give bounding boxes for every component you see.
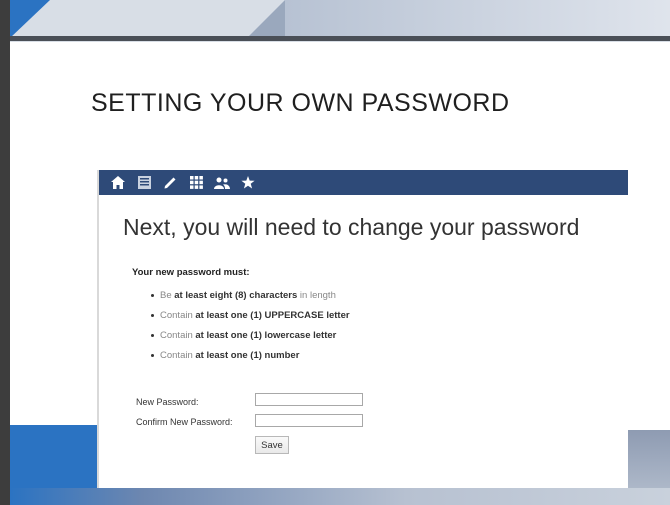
page-heading: Next, you will need to change your passw… xyxy=(123,214,580,240)
list-item: Contain at least one (1) lowercase lette… xyxy=(151,329,350,349)
new-password-field[interactable] xyxy=(255,393,363,406)
decor-triangle xyxy=(10,0,50,38)
home-icon[interactable] xyxy=(109,174,127,192)
new-password-label: New Password: xyxy=(136,397,199,407)
list-item: Contain at least one (1) number xyxy=(151,349,350,369)
list-item: Be at least eight (8) characters in leng… xyxy=(151,289,350,309)
top-nav-bar xyxy=(99,170,628,195)
list-icon[interactable] xyxy=(135,174,153,192)
decor-bottom-strip xyxy=(10,488,670,505)
slide-title: SETTING YOUR OWN PASSWORD xyxy=(91,89,510,117)
star-icon[interactable] xyxy=(239,174,257,192)
slide-top-band xyxy=(10,0,670,42)
people-icon[interactable] xyxy=(213,174,231,192)
requirements-title: Your new password must: xyxy=(132,267,250,278)
pencil-icon[interactable] xyxy=(161,174,179,192)
password-rules-list: Be at least eight (8) characters in leng… xyxy=(151,289,350,369)
password-change-panel: Next, you will need to change your passw… xyxy=(99,170,628,488)
confirm-password-label: Confirm New Password: xyxy=(136,417,233,427)
save-button[interactable]: Save xyxy=(255,436,289,454)
slide-left-bar xyxy=(0,0,10,505)
decor-line xyxy=(10,36,670,41)
grid-icon[interactable] xyxy=(187,174,205,192)
decor-band xyxy=(285,0,670,40)
decor-triangle xyxy=(245,0,285,40)
list-item: Contain at least one (1) UPPERCASE lette… xyxy=(151,309,350,329)
confirm-password-field[interactable] xyxy=(255,414,363,427)
